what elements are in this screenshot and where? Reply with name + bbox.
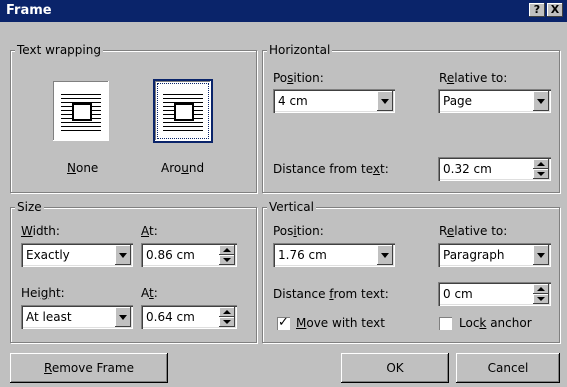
spin-buttons[interactable]	[533, 284, 549, 304]
spin-buttons[interactable]	[533, 159, 549, 179]
spin-up-icon[interactable]	[219, 307, 235, 317]
height-label: Height:	[21, 286, 65, 300]
width-combo[interactable]: Exactly	[21, 243, 133, 267]
horizontal-group: Horizontal Position: 4 cm Relative to: P…	[262, 43, 560, 193]
v-distance-label: Distance from text:	[273, 287, 389, 301]
lock-anchor-label[interactable]: Lock anchor	[459, 316, 532, 330]
frame-box-graphic	[174, 103, 194, 121]
width-at-spinner[interactable]: 0.86 cm	[141, 243, 237, 267]
size-legend: Size	[15, 200, 44, 214]
spin-up-icon[interactable]	[533, 159, 549, 169]
wrap-around-label[interactable]: Around	[161, 161, 204, 175]
height-at-value: 0.64 cm	[146, 310, 195, 324]
move-with-text-checkbox[interactable]: ✓	[277, 315, 290, 330]
h-distance-label: Distance from text:	[273, 162, 389, 176]
spin-down-icon[interactable]	[219, 317, 235, 327]
check-icon: ✓	[278, 315, 289, 330]
v-relative-label: Relative to:	[439, 224, 508, 238]
h-relative-label: Relative to:	[439, 71, 508, 85]
text-wrapping-legend: Text wrapping	[15, 43, 103, 57]
v-position-combo[interactable]: 1.76 cm	[273, 243, 395, 267]
h-position-value: 4 cm	[278, 94, 308, 108]
chevron-down-icon[interactable]	[533, 245, 549, 265]
height-combo[interactable]: At least	[21, 305, 133, 329]
h-distance-spinner[interactable]: 0.32 cm	[438, 157, 551, 181]
width-value: Exactly	[26, 248, 70, 262]
h-distance-value: 0.32 cm	[443, 162, 492, 176]
frame-box-graphic	[72, 103, 92, 121]
spin-buttons[interactable]	[219, 245, 235, 265]
wrap-none-icon[interactable]	[53, 81, 109, 141]
height-at-spinner[interactable]: 0.64 cm	[141, 305, 237, 329]
size-group: Size Width: Exactly At: 0.86 cm Height: …	[10, 200, 257, 343]
spin-up-icon[interactable]	[219, 245, 235, 255]
width-label: Width:	[21, 224, 60, 238]
horizontal-legend: Horizontal	[267, 43, 333, 57]
chevron-down-icon[interactable]	[533, 91, 549, 111]
text-wrapping-group: Text wrapping None Around	[10, 43, 257, 193]
v-distance-spinner[interactable]: 0 cm	[438, 282, 551, 306]
v-relative-combo[interactable]: Paragraph	[438, 243, 551, 267]
wrap-none-label[interactable]: None	[67, 161, 98, 175]
title-bar: Frame ? X	[0, 0, 567, 22]
height-value: At least	[26, 310, 72, 324]
chevron-down-icon[interactable]	[115, 307, 131, 327]
spin-down-icon[interactable]	[219, 255, 235, 265]
wrap-around-icon[interactable]	[153, 79, 213, 143]
height-at-label: At:	[141, 286, 158, 300]
h-relative-value: Page	[443, 94, 473, 108]
width-at-label: At:	[141, 224, 158, 238]
vertical-group: Vertical Position: 1.76 cm Relative to: …	[262, 200, 560, 343]
vertical-legend: Vertical	[267, 200, 316, 214]
chevron-down-icon[interactable]	[115, 245, 131, 265]
lock-anchor-checkbox[interactable]	[439, 317, 452, 330]
chevron-down-icon[interactable]	[377, 245, 393, 265]
spin-up-icon[interactable]	[533, 284, 549, 294]
close-button[interactable]: X	[547, 3, 563, 17]
h-relative-combo[interactable]: Page	[438, 89, 551, 113]
v-position-value: 1.76 cm	[278, 248, 327, 262]
v-relative-value: Paragraph	[443, 248, 505, 262]
width-at-value: 0.86 cm	[146, 248, 195, 262]
chevron-down-icon[interactable]	[377, 91, 393, 111]
ok-button[interactable]: OK	[341, 353, 449, 383]
v-position-label: Position:	[273, 224, 324, 238]
help-button[interactable]: ?	[529, 3, 545, 17]
h-position-combo[interactable]: 4 cm	[273, 89, 395, 113]
remove-frame-button[interactable]: Remove Frame	[10, 353, 168, 383]
spin-buttons[interactable]	[219, 307, 235, 327]
spin-down-icon[interactable]	[533, 294, 549, 304]
cancel-button[interactable]: Cancel	[456, 353, 560, 383]
v-distance-value: 0 cm	[443, 287, 473, 301]
spin-down-icon[interactable]	[533, 169, 549, 179]
move-with-text-label[interactable]: Move with text	[296, 316, 385, 330]
h-position-label: Position:	[273, 71, 324, 85]
window-title: Frame	[6, 3, 52, 18]
